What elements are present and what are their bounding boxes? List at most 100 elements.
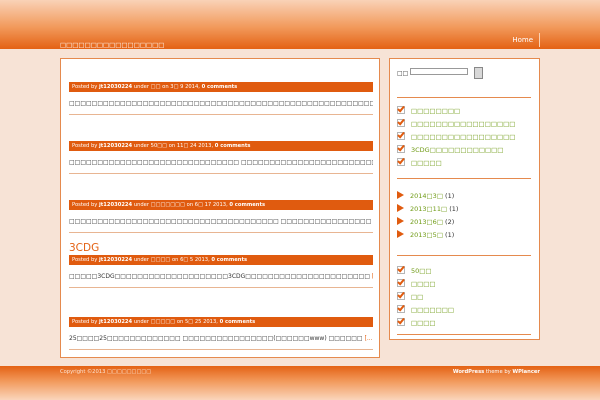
checkbox-check-icon (397, 292, 405, 300)
widget-divider (397, 334, 531, 335)
list-item: □□□□□ (397, 158, 537, 171)
post-author-link[interactable]: jt12030224 (99, 257, 132, 263)
search-input[interactable] (410, 68, 468, 75)
arrow-icon (397, 191, 404, 199)
site-footer: Copyright ©2013 □□□□□□□□□ WordPress them… (0, 366, 600, 400)
post-author-link[interactable]: jt12030224 (99, 202, 132, 208)
category-link[interactable]: □□□□ (411, 280, 436, 288)
post: 3CDG Posted by jt12030224 under □□□□ on … (69, 242, 373, 288)
post-excerpt: □□□□□□□□□□□□□□□□□□□□□□□□□□□□□□ □□□□□□□□□… (69, 159, 373, 166)
post-author-link[interactable]: jt12030224 (99, 319, 132, 325)
category-link[interactable]: □□□□ (411, 319, 436, 327)
site-header: □□□□□□□□□□□□□□□□□ Home (0, 0, 600, 49)
post-excerpt: □□□□□□□□□□□□□□□□□□□□□□□□□□□□□□□□□□□□□□□□… (69, 100, 373, 107)
widget-divider (397, 97, 531, 98)
list-item: □□□□□□□ (397, 305, 537, 318)
post-author-link[interactable]: jt12030224 (99, 143, 132, 149)
post-title-link[interactable]: 3CDG (69, 242, 373, 255)
arrow-icon (397, 230, 404, 238)
list-item: □□□□ (397, 318, 537, 331)
list-item: □□ (397, 292, 537, 305)
post-comments-link[interactable]: 0 comments (220, 319, 256, 325)
checkbox-check-icon (397, 145, 405, 153)
list-item: 2013□11□ (1) (397, 204, 537, 217)
search-label: □□ (397, 70, 409, 77)
post-divider (69, 173, 373, 174)
post-comments-link[interactable]: 0 comments (229, 202, 265, 208)
main-nav: Home (512, 33, 540, 47)
post-category-link[interactable]: □□□□□ (151, 319, 176, 325)
theme-credit: WordPress theme by WPlancer (452, 369, 540, 375)
archive-count: (1) (449, 205, 459, 213)
list-item: □□□□ (397, 279, 537, 292)
post-category-link[interactable]: □□□□ (151, 257, 171, 263)
post-meta: Posted by jt12030224 under □□□□□□□ on 6□… (69, 200, 373, 210)
widget-divider (397, 255, 531, 256)
archive-count: (2) (445, 218, 455, 226)
post-divider (69, 349, 373, 350)
post-category-link[interactable]: □□ (151, 84, 161, 90)
site-tagline: □□□□□□□□□□□□□□□□□ (60, 41, 165, 49)
post-meta: Posted by jt12030224 under □□□□□ on 5□ 2… (69, 317, 373, 327)
search-form: □□ (397, 67, 537, 79)
recent-post-link[interactable]: □□□□□□□□□□□□□□□□□ (411, 120, 515, 128)
wplancer-link[interactable]: WPlancer (512, 369, 540, 375)
archive-link[interactable]: 2013□6□ (410, 218, 443, 226)
category-link[interactable]: □□ (411, 293, 423, 301)
list-item: 2013□5□ (1) (397, 230, 537, 243)
post-excerpt: □□□□□□□□□□□□□□□□□□□□□□□□□□□□□□□□□□□□□ □□… (69, 218, 372, 225)
list-item: 50□□ (397, 266, 537, 279)
archive-link[interactable]: 2013□11□ (410, 205, 447, 213)
archive-link[interactable]: 2013□5□ (410, 231, 443, 239)
checkbox-check-icon (397, 279, 405, 287)
post-date: 11□ 24 2013 (176, 143, 212, 149)
recent-post-link[interactable]: □□□□□□□□ (411, 107, 460, 115)
post-date: 5□ 25 2013 (184, 319, 217, 325)
post-comments-link[interactable]: 0 comments (215, 143, 251, 149)
post-date: 3□ 9 2014 (170, 84, 199, 90)
post-divider (69, 114, 373, 115)
checkbox-check-icon (397, 318, 405, 326)
archive-count: (1) (445, 192, 455, 200)
checkbox-check-icon (397, 266, 405, 274)
post-comments-link[interactable]: 0 comments (211, 257, 247, 263)
search-button[interactable] (474, 67, 483, 79)
read-more-link[interactable]: [...] (372, 273, 373, 280)
read-more-link[interactable]: [...] (365, 335, 373, 342)
checkbox-check-icon (397, 158, 405, 166)
copyright-text: Copyright ©2013 □□□□□□□□□ (60, 369, 152, 375)
wordpress-link[interactable]: WordPress (453, 369, 484, 375)
categories-list: 50□□ □□□□ □□ □□□□□□□ □□□□ (397, 266, 537, 331)
post-meta: Posted by jt12030224 under □□ on 3□ 9 20… (69, 82, 373, 92)
post-date: 6□ 5 2013 (180, 257, 209, 263)
list-item: 3CDG□□□□□□□□□□□□ (397, 145, 537, 158)
category-link[interactable]: 50□□ (411, 267, 432, 275)
list-item: □□□□□□□□ (397, 106, 537, 119)
list-item: □□□□□□□□□□□□□□□□□ (397, 119, 537, 132)
post-date: 6□ 17 2013 (194, 202, 227, 208)
content-area: Posted by jt12030224 under □□ on 3□ 9 20… (60, 58, 380, 358)
archive-count: (1) (445, 231, 455, 239)
sidebar: □□ □□□□□□□□ □□□□□□□□□□□□□□□□□ □□□□□□□□□□… (389, 58, 540, 340)
recent-post-link[interactable]: □□□□□ (411, 159, 442, 167)
archive-link[interactable]: 2014□3□ (410, 192, 443, 200)
archives-list: 2014□3□ (1) 2013□11□ (1) 2013□6□ (2) 201… (397, 191, 537, 243)
post-meta: Posted by jt12030224 under □□□□ on 6□ 5 … (69, 255, 373, 265)
checkbox-check-icon (397, 119, 405, 127)
recent-post-link[interactable]: □□□□□□□□□□□□□□□□□ (411, 133, 515, 141)
widget-divider (397, 178, 531, 179)
post-divider (69, 287, 373, 288)
post-category-link[interactable]: □□□□□□□ (151, 202, 185, 208)
category-link[interactable]: □□□□□□□ (411, 306, 454, 314)
post-excerpt: 25□□□□25□□□□□□□□□□□□□ □□□□□□□□□□□□□□□□(□… (69, 335, 373, 344)
post-author-link[interactable]: jt12030224 (99, 84, 132, 90)
recent-post-link[interactable]: 3CDG□□□□□□□□□□□□ (411, 146, 503, 154)
post-comments-link[interactable]: 0 comments (202, 84, 238, 90)
post: Posted by jt12030224 under □□□□□ on 5□ 2… (69, 317, 373, 350)
post: Posted by jt12030224 under □□□□□□□ on 6□… (69, 200, 373, 233)
nav-home-link[interactable]: Home (512, 33, 539, 44)
arrow-icon (397, 204, 404, 212)
post-category-link[interactable]: 50□□ (151, 143, 167, 149)
post-divider (69, 232, 373, 233)
checkbox-check-icon (397, 305, 405, 313)
